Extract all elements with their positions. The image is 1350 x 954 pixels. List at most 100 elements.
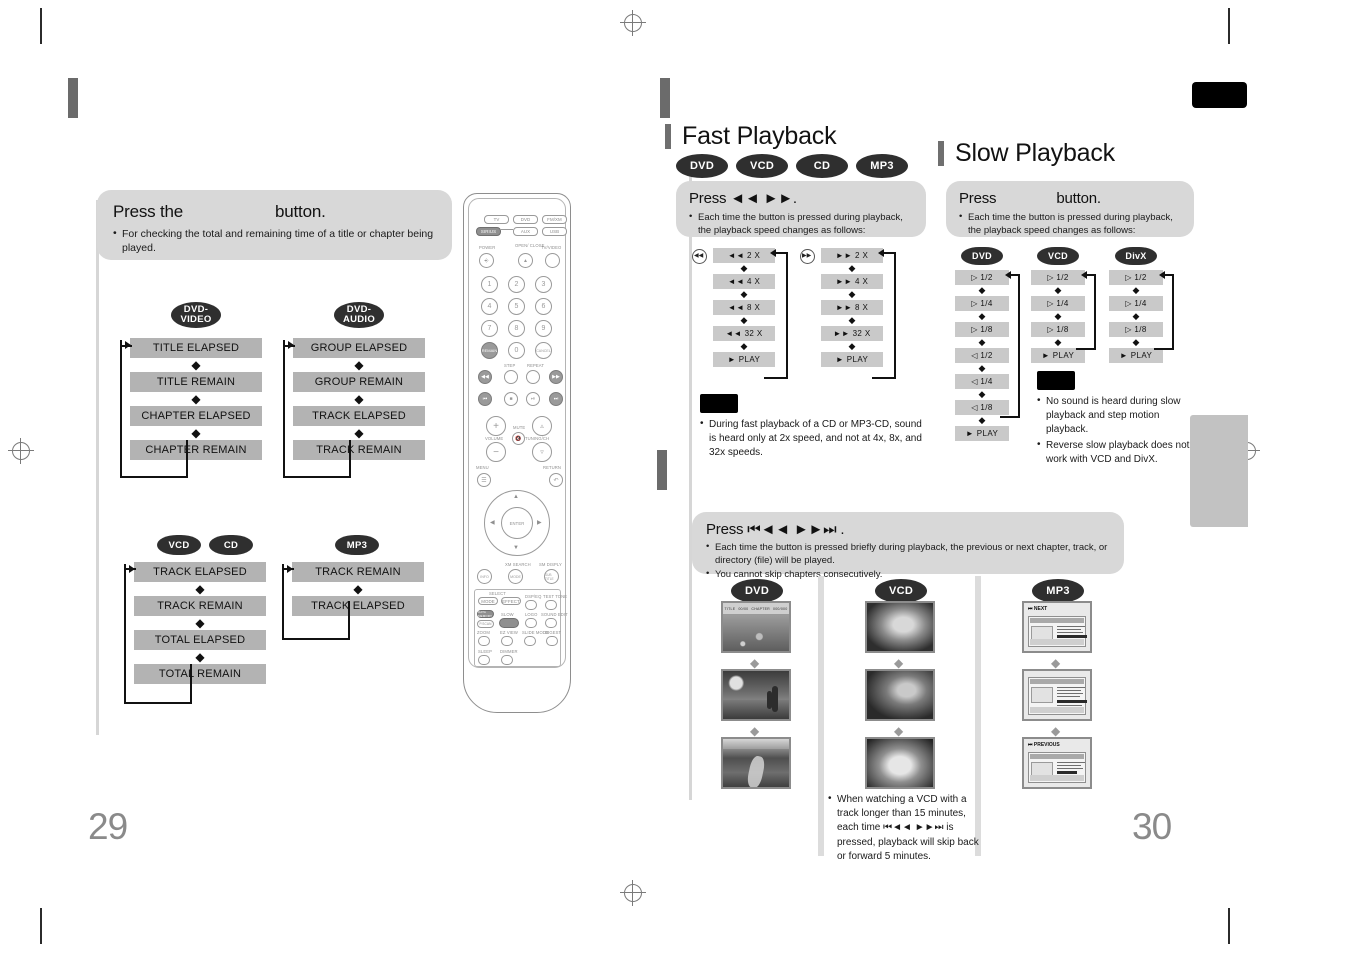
remote-btn-4[interactable]: 4 [481,298,498,315]
skip-playback-press: Press ⏮◄◄ ►►⏭ . [706,521,845,538]
remote-btn-fastforward[interactable]: ▶▶ [549,370,563,384]
remote-source-connector [501,229,513,230]
remote-btn-skip-previous[interactable]: ⏮ [478,392,492,406]
remote-btn-power[interactable]: ⎆ [479,253,494,268]
remote-btn-zoom[interactable] [478,636,490,646]
remote-btn-search[interactable]: MODE [508,569,523,584]
fast-playback-title: Fast Playback [682,122,837,150]
remote-btn-tuning-down[interactable]: ▿ [532,442,552,462]
display-instruction-panel: Press the button. For checking the total … [97,190,452,260]
remote-btn-mode[interactable]: MODE [478,597,498,605]
remote-btn-stop[interactable]: ■ [504,392,518,406]
registration-mark-bottom [620,880,646,906]
remote-btn-slide-mode[interactable] [524,636,536,646]
fast-playback-press: Press ◄◄ ►►. [689,190,797,207]
remote-btn-effect[interactable]: EFFECT [501,597,521,605]
remote-btn-tv-video[interactable] [545,253,560,268]
remote-btn-p-scan[interactable]: P.SCAN [477,620,494,628]
remote-btn-dsp-eq[interactable] [525,600,537,610]
right-page-side-rule [689,175,692,800]
remote-btn-tuning-up[interactable]: ▵ [532,416,552,436]
remote-btn-return[interactable]: ↶ [549,473,563,487]
remote-btn-subtitle[interactable]: SUB TITLE [544,569,559,584]
left-page-number: 29 [88,806,128,847]
remote-btn-skip-next[interactable]: ⏭ [549,392,563,406]
mp3-menu-frame [1028,752,1086,783]
remote-btn-2[interactable]: 2 [508,276,525,293]
vcd-shot-3 [865,737,935,789]
skip-playback-note: When watching a VCD with a track longer … [828,792,988,864]
flow-loop-dvd-audio [283,340,351,478]
remote-btn-8[interactable]: 8 [508,320,525,337]
flow-loop-dvd-video [120,340,188,478]
remote-btn-ez-view[interactable] [501,636,513,646]
press-prefix: Press [959,190,997,207]
remote-btn-mute[interactable]: 🔇 [512,432,525,445]
remote-dpad-up-icon[interactable]: ▲ [513,494,519,500]
remote-btn-sleep[interactable] [478,655,490,665]
fast-playback-heading: Fast Playback [665,122,837,151]
fast-playback-notes: During fast playback of a CD or MP3-CD, … [700,417,925,462]
remote-btn-1[interactable]: 1 [481,276,498,293]
remote-btn-play-pause[interactable]: ⏯ [526,392,540,406]
remote-btn-volume-up[interactable]: + [486,416,506,436]
remote-btn-5[interactable]: 5 [508,298,525,315]
pill-line-2: AUDIO [342,314,376,325]
pill-vcd: VCD [1037,247,1079,265]
remote-btn-repeat[interactable] [526,370,540,384]
remote-label-tv-video: TV/VIDEO [541,245,562,250]
remote-btn-info[interactable]: INFO [477,569,492,584]
skip-column-divider-1 [818,576,824,856]
slow-playback-panel: Press button. Each time the button is pre… [946,181,1194,237]
flow-arrowhead [287,565,293,573]
remote-btn-cancel[interactable]: CANCEL [535,342,552,359]
manual-spread: Press the button. For checking the total … [0,0,1350,954]
remote-btn-fmxm[interactable]: FM/XM [542,215,567,224]
pill-divx: DivX [1115,247,1157,265]
remote-enter-button[interactable]: ENTER [501,507,533,539]
remote-btn-tv[interactable]: TV [484,215,509,224]
remote-btn-6[interactable]: 6 [535,298,552,315]
slow-playback-note: No sound is heard during slow playback a… [1037,394,1199,438]
registration-mark-left [8,438,34,464]
remote-btn-dimmer[interactable] [501,655,513,665]
remote-btn-slow[interactable] [499,618,519,628]
remote-btn-7[interactable]: 7 [481,320,498,337]
remote-btn-0[interactable]: 0 [508,342,525,359]
remote-btn-9[interactable]: 9 [535,320,552,337]
osd-field: 00/00 [738,606,749,611]
remote-btn-volume-down[interactable]: − [486,442,506,462]
remote-btn-remain[interactable]: REMAIN [481,342,498,359]
remote-label-test-tone: TEST TONE [543,594,568,599]
slow-playback-bullet: Each time the button is pressed during p… [959,210,1181,237]
mp3-shot-3: ⏮ PREVIOUS [1022,737,1092,789]
remote-btn-test-tone[interactable] [545,600,557,610]
remote-label-search: XM SEARCH [505,562,531,567]
remote-btn-logo[interactable] [525,618,537,628]
pill-line-2: VIDEO [180,314,212,325]
fast-playback-panel: Press ◄◄ ►►. Each time the button is pre… [676,181,926,237]
remote-btn-usb[interactable]: USB [542,227,567,236]
remote-label-logo: LOGO [525,612,538,617]
remote-btn-dvd[interactable]: DVD [513,215,538,224]
left-page-side-rule [96,200,99,735]
remote-btn-3[interactable]: 3 [535,276,552,293]
remote-btn-menu[interactable]: ☰ [477,473,491,487]
heading-rule [665,124,673,149]
remote-btn-data-memory[interactable]: DATA MEMORY [477,610,494,618]
remote-btn-sirius[interactable]: SIRIUS [476,227,501,236]
remote-label-dimmer: DIMMER [500,649,518,654]
remote-dpad-down-icon[interactable]: ▼ [513,545,519,551]
fast-flow-arrowhead [770,249,776,257]
remote-btn-sound-edit[interactable] [545,618,557,628]
chapter-tab-marker [1192,82,1247,108]
remote-btn-digest[interactable] [546,636,558,646]
slow-flow-arrowhead [1081,271,1087,279]
dvd-shot-1: TITLE 00/00 CHAPTER 000/000 [721,601,791,653]
remote-btn-rewind[interactable]: ◀◀ [478,370,492,384]
remote-btn-open-close[interactable]: ▲ [518,253,533,268]
remote-btn-aux[interactable]: AUX [513,227,538,236]
remote-dpad-right-icon[interactable]: ▶ [537,519,542,526]
remote-btn-step[interactable] [504,370,518,384]
remote-dpad-left-icon[interactable]: ◀ [490,519,495,526]
